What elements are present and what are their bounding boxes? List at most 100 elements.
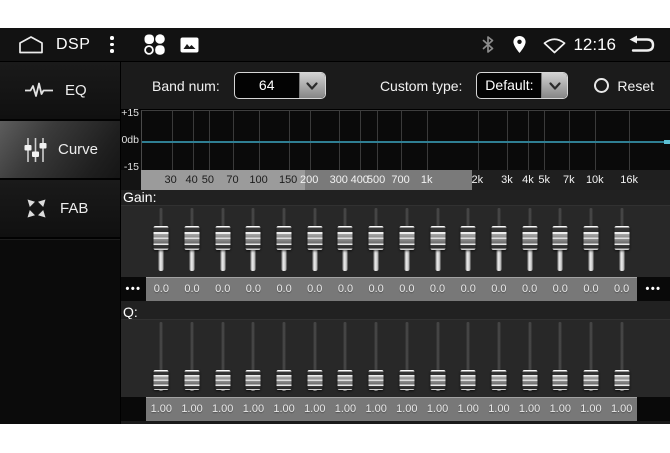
- slider-thumb[interactable]: [491, 226, 506, 250]
- reset-button[interactable]: Reset: [594, 78, 654, 94]
- location-icon: [512, 35, 527, 54]
- slider-thumb[interactable]: [185, 370, 200, 390]
- slider-thumb[interactable]: [522, 370, 537, 390]
- slider-thumb[interactable]: [369, 370, 384, 390]
- gain-band-slider[interactable]: [422, 208, 453, 271]
- gain-band-slider[interactable]: [361, 208, 392, 271]
- gain-band-slider[interactable]: [484, 208, 515, 271]
- gain-band-slider[interactable]: [606, 208, 637, 271]
- slider-thumb[interactable]: [522, 226, 537, 250]
- gain-scroll-right-button[interactable]: •••: [637, 277, 670, 301]
- gain-band-value: 0.0: [514, 278, 545, 301]
- custom-type-label: Custom type:: [380, 78, 462, 94]
- slider-thumb[interactable]: [338, 370, 353, 390]
- slider-thumb[interactable]: [338, 226, 353, 250]
- gain-band-slider[interactable]: [207, 208, 238, 271]
- gain-scroll-left-button[interactable]: •••: [121, 277, 146, 301]
- gain-band-slider[interactable]: [146, 208, 177, 271]
- chevron-down-icon[interactable]: [299, 73, 325, 98]
- q-band-slider[interactable]: [330, 322, 361, 391]
- slider-thumb[interactable]: [154, 370, 169, 390]
- q-band-slider[interactable]: [484, 322, 515, 391]
- q-band-slider[interactable]: [576, 322, 607, 391]
- band-num-dropdown[interactable]: 64: [234, 72, 326, 99]
- gain-band-slider[interactable]: [330, 208, 361, 271]
- overflow-menu-icon[interactable]: [106, 32, 118, 57]
- gain-band-slider[interactable]: [453, 208, 484, 271]
- gallery-icon[interactable]: [180, 37, 199, 53]
- gain-band-value: 0.0: [422, 278, 453, 301]
- slider-thumb[interactable]: [277, 226, 292, 250]
- q-band-slider[interactable]: [453, 322, 484, 391]
- slider-thumb[interactable]: [154, 226, 169, 250]
- q-section-label: Q:: [121, 305, 670, 319]
- q-band-slider[interactable]: [299, 322, 330, 391]
- slider-thumb[interactable]: [614, 226, 629, 250]
- slider-thumb[interactable]: [553, 226, 568, 250]
- slider-thumb[interactable]: [430, 370, 445, 390]
- freq-tick-label: 7k: [563, 174, 575, 186]
- q-band-value: 1.00: [484, 398, 515, 421]
- frequency-scrollbar[interactable]: 304050701001502003004005007001k2k3k4k5k7…: [121, 170, 670, 190]
- q-band-slider[interactable]: [361, 322, 392, 391]
- slider-thumb[interactable]: [399, 370, 414, 390]
- home-icon[interactable]: [18, 35, 44, 54]
- q-band-value: 1.00: [545, 398, 576, 421]
- q-band-slider[interactable]: [269, 322, 300, 391]
- slider-thumb[interactable]: [246, 370, 261, 390]
- slider-thumb[interactable]: [491, 370, 506, 390]
- q-band-slider[interactable]: [606, 322, 637, 391]
- sidebar-item-fab[interactable]: FAB: [0, 180, 120, 239]
- slider-thumb[interactable]: [277, 370, 292, 390]
- slider-thumb[interactable]: [215, 226, 230, 250]
- slider-thumb[interactable]: [461, 226, 476, 250]
- q-band-slider[interactable]: [146, 322, 177, 391]
- gain-band-slider[interactable]: [299, 208, 330, 271]
- q-band-slider[interactable]: [545, 322, 576, 391]
- q-band-value: 1.00: [576, 398, 607, 421]
- gain-band-slider[interactable]: [545, 208, 576, 271]
- q-band-value: 1.00: [514, 398, 545, 421]
- q-band-slider[interactable]: [238, 322, 269, 391]
- custom-type-dropdown[interactable]: Default:: [476, 72, 568, 99]
- bottom-padding: [121, 421, 670, 424]
- slider-thumb[interactable]: [369, 226, 384, 250]
- gain-band-value: 0.0: [207, 278, 238, 301]
- q-band-slider[interactable]: [207, 322, 238, 391]
- gain-band-slider[interactable]: [238, 208, 269, 271]
- sidebar-item-eq[interactable]: EQ: [0, 62, 120, 121]
- slider-thumb[interactable]: [399, 226, 414, 250]
- back-icon[interactable]: [626, 35, 656, 55]
- q-band-slider[interactable]: [392, 322, 423, 391]
- slider-thumb[interactable]: [553, 370, 568, 390]
- slider-thumb[interactable]: [185, 226, 200, 250]
- apps-icon[interactable]: [142, 32, 167, 57]
- q-band-slider[interactable]: [177, 322, 208, 391]
- chevron-down-icon[interactable]: [541, 73, 567, 98]
- gain-band-slider[interactable]: [177, 208, 208, 271]
- freq-tick-label: 5k: [538, 174, 550, 186]
- gain-band-value: 0.0: [238, 278, 269, 301]
- gain-band-slider[interactable]: [576, 208, 607, 271]
- slider-thumb[interactable]: [583, 370, 598, 390]
- sidebar-item-curve[interactable]: Curve: [0, 121, 120, 180]
- q-band-slider[interactable]: [422, 322, 453, 391]
- gain-band-slider[interactable]: [392, 208, 423, 271]
- slider-thumb[interactable]: [614, 370, 629, 390]
- slider-thumb[interactable]: [307, 226, 322, 250]
- gain-band-slider[interactable]: [269, 208, 300, 271]
- slider-thumb[interactable]: [215, 370, 230, 390]
- freq-tick-label: 16k: [620, 174, 638, 186]
- slider-thumb[interactable]: [461, 370, 476, 390]
- slider-thumb[interactable]: [430, 226, 445, 250]
- gain-band-slider[interactable]: [514, 208, 545, 271]
- slider-thumb[interactable]: [307, 370, 322, 390]
- q-band-slider[interactable]: [514, 322, 545, 391]
- slider-thumb[interactable]: [246, 226, 261, 250]
- gain-section-label: Gain:: [121, 190, 670, 205]
- q-band-value: 1.00: [330, 398, 361, 421]
- reset-radio-icon: [594, 78, 609, 93]
- gain-band-value: 0.0: [576, 278, 607, 301]
- q-band-value: 1.00: [361, 398, 392, 421]
- slider-thumb[interactable]: [583, 226, 598, 250]
